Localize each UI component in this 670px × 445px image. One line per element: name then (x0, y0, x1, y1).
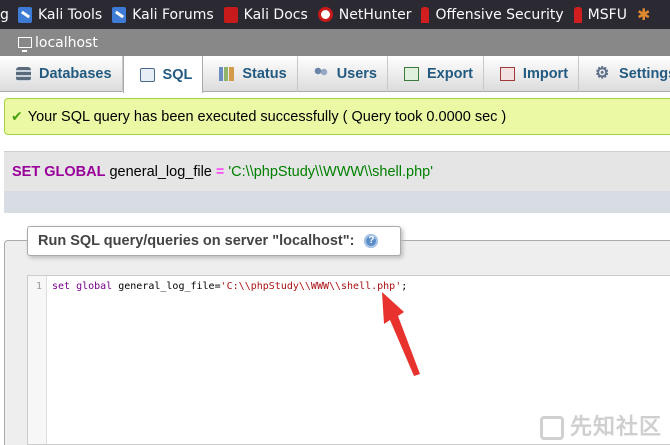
users-icon (313, 67, 329, 81)
sql-actions-bar (4, 191, 670, 213)
bookmark-label: Kali Forums (132, 6, 214, 23)
bookmark-offensive-security[interactable]: Offensive Security (421, 6, 564, 23)
main-tabs: Databases SQL Status Users Export Import… (0, 56, 670, 93)
tab-import[interactable]: Import (484, 56, 580, 92)
tab-users[interactable]: Users (298, 56, 388, 92)
annotation-arrow (382, 292, 420, 376)
tab-label: Import (522, 66, 569, 82)
watermark-text: 先知社区 (569, 415, 662, 440)
server-icon (18, 37, 32, 52)
bookmark-label: Offensive Security (435, 6, 564, 23)
nethunter-icon (317, 7, 333, 22)
import-icon (499, 67, 515, 81)
tab-label: Users (336, 66, 377, 82)
sql-keyword: GLOBAL (44, 163, 106, 180)
offsec-icon (421, 6, 430, 23)
bookmark-label: Kali Tools (38, 6, 103, 23)
status-icon (219, 67, 235, 81)
tab-sql[interactable]: SQL (122, 56, 204, 93)
line-number: 1 (35, 281, 42, 292)
watermark: 先知社区 (539, 409, 662, 441)
executed-sql: SET GLOBAL general_log_file = 'C:\\phpSt… (4, 151, 670, 191)
help-icon[interactable]: ? (364, 234, 379, 248)
bookmark-cut-label: g (0, 6, 8, 23)
query-panel-legend: Run SQL query/queries on server "localho… (27, 226, 402, 256)
kali-docs-icon (223, 6, 238, 23)
tab-settings[interactable]: Settings (579, 56, 670, 92)
tab-databases[interactable]: Databases (0, 56, 123, 92)
kali-icon (112, 6, 127, 23)
server-breadcrumb: localhost (0, 29, 670, 56)
tab-label: Settings (619, 66, 670, 82)
tab-label: Export (427, 66, 473, 82)
kali-icon (18, 6, 32, 23)
bookmark-kali-tools[interactable]: Kali Tools (18, 6, 103, 23)
server-link[interactable]: localhost (35, 35, 98, 51)
sql-variable: general_log_file (109, 163, 212, 180)
tab-label: SQL (162, 66, 193, 83)
bookmark-label: MSFU (587, 6, 627, 23)
databases-icon (16, 67, 31, 81)
tab-label: Status (242, 66, 287, 82)
sql-string: 'C:\\phpStudy\\WWW\\shell.php' (228, 163, 433, 180)
tab-export[interactable]: Export (388, 56, 484, 92)
editor-code-line[interactable]: set global general_log_file='C:\\phpStud… (52, 281, 407, 292)
sql-icon (139, 67, 155, 82)
export-icon (404, 67, 419, 81)
watermark-logo (539, 416, 564, 440)
bookmark-nethunter[interactable]: NetHunter (317, 6, 412, 23)
sql-operator: = (215, 163, 225, 180)
tab-status[interactable]: Status (203, 56, 298, 92)
tab-label: Databases (39, 66, 112, 82)
bookmark-kali-forums[interactable]: Kali Forums (112, 6, 214, 23)
legend-text: Run SQL query/queries on server "localho… (38, 233, 355, 249)
editor-gutter: 1 (28, 276, 47, 444)
success-notice: ✔ Your SQL query has been executed succe… (4, 98, 670, 135)
code-variable: general_log_file (118, 281, 215, 292)
sql-keyword: SET (12, 163, 41, 180)
notice-text: Your SQL query has been executed success… (27, 108, 507, 125)
bookmark-label: NetHunter (338, 6, 412, 23)
bookmark-kali-docs[interactable]: Kali Docs (223, 6, 308, 23)
check-icon: ✔ (11, 108, 23, 125)
bookmark-label: Kali Docs (243, 6, 308, 23)
bookmark-msfu[interactable]: MSFU (573, 6, 627, 23)
offsec-icon (573, 6, 582, 23)
code-keyword: set global (52, 281, 113, 292)
bookmarks-bar: g Kali Tools Kali Forums Kali Docs NetHu… (0, 0, 670, 29)
code-string: 'C:\\phpStudy\\WWW\\shell.php' (220, 281, 402, 292)
bookmark-spider[interactable] (637, 5, 659, 24)
spider-icon (637, 5, 653, 24)
settings-icon (595, 63, 611, 83)
